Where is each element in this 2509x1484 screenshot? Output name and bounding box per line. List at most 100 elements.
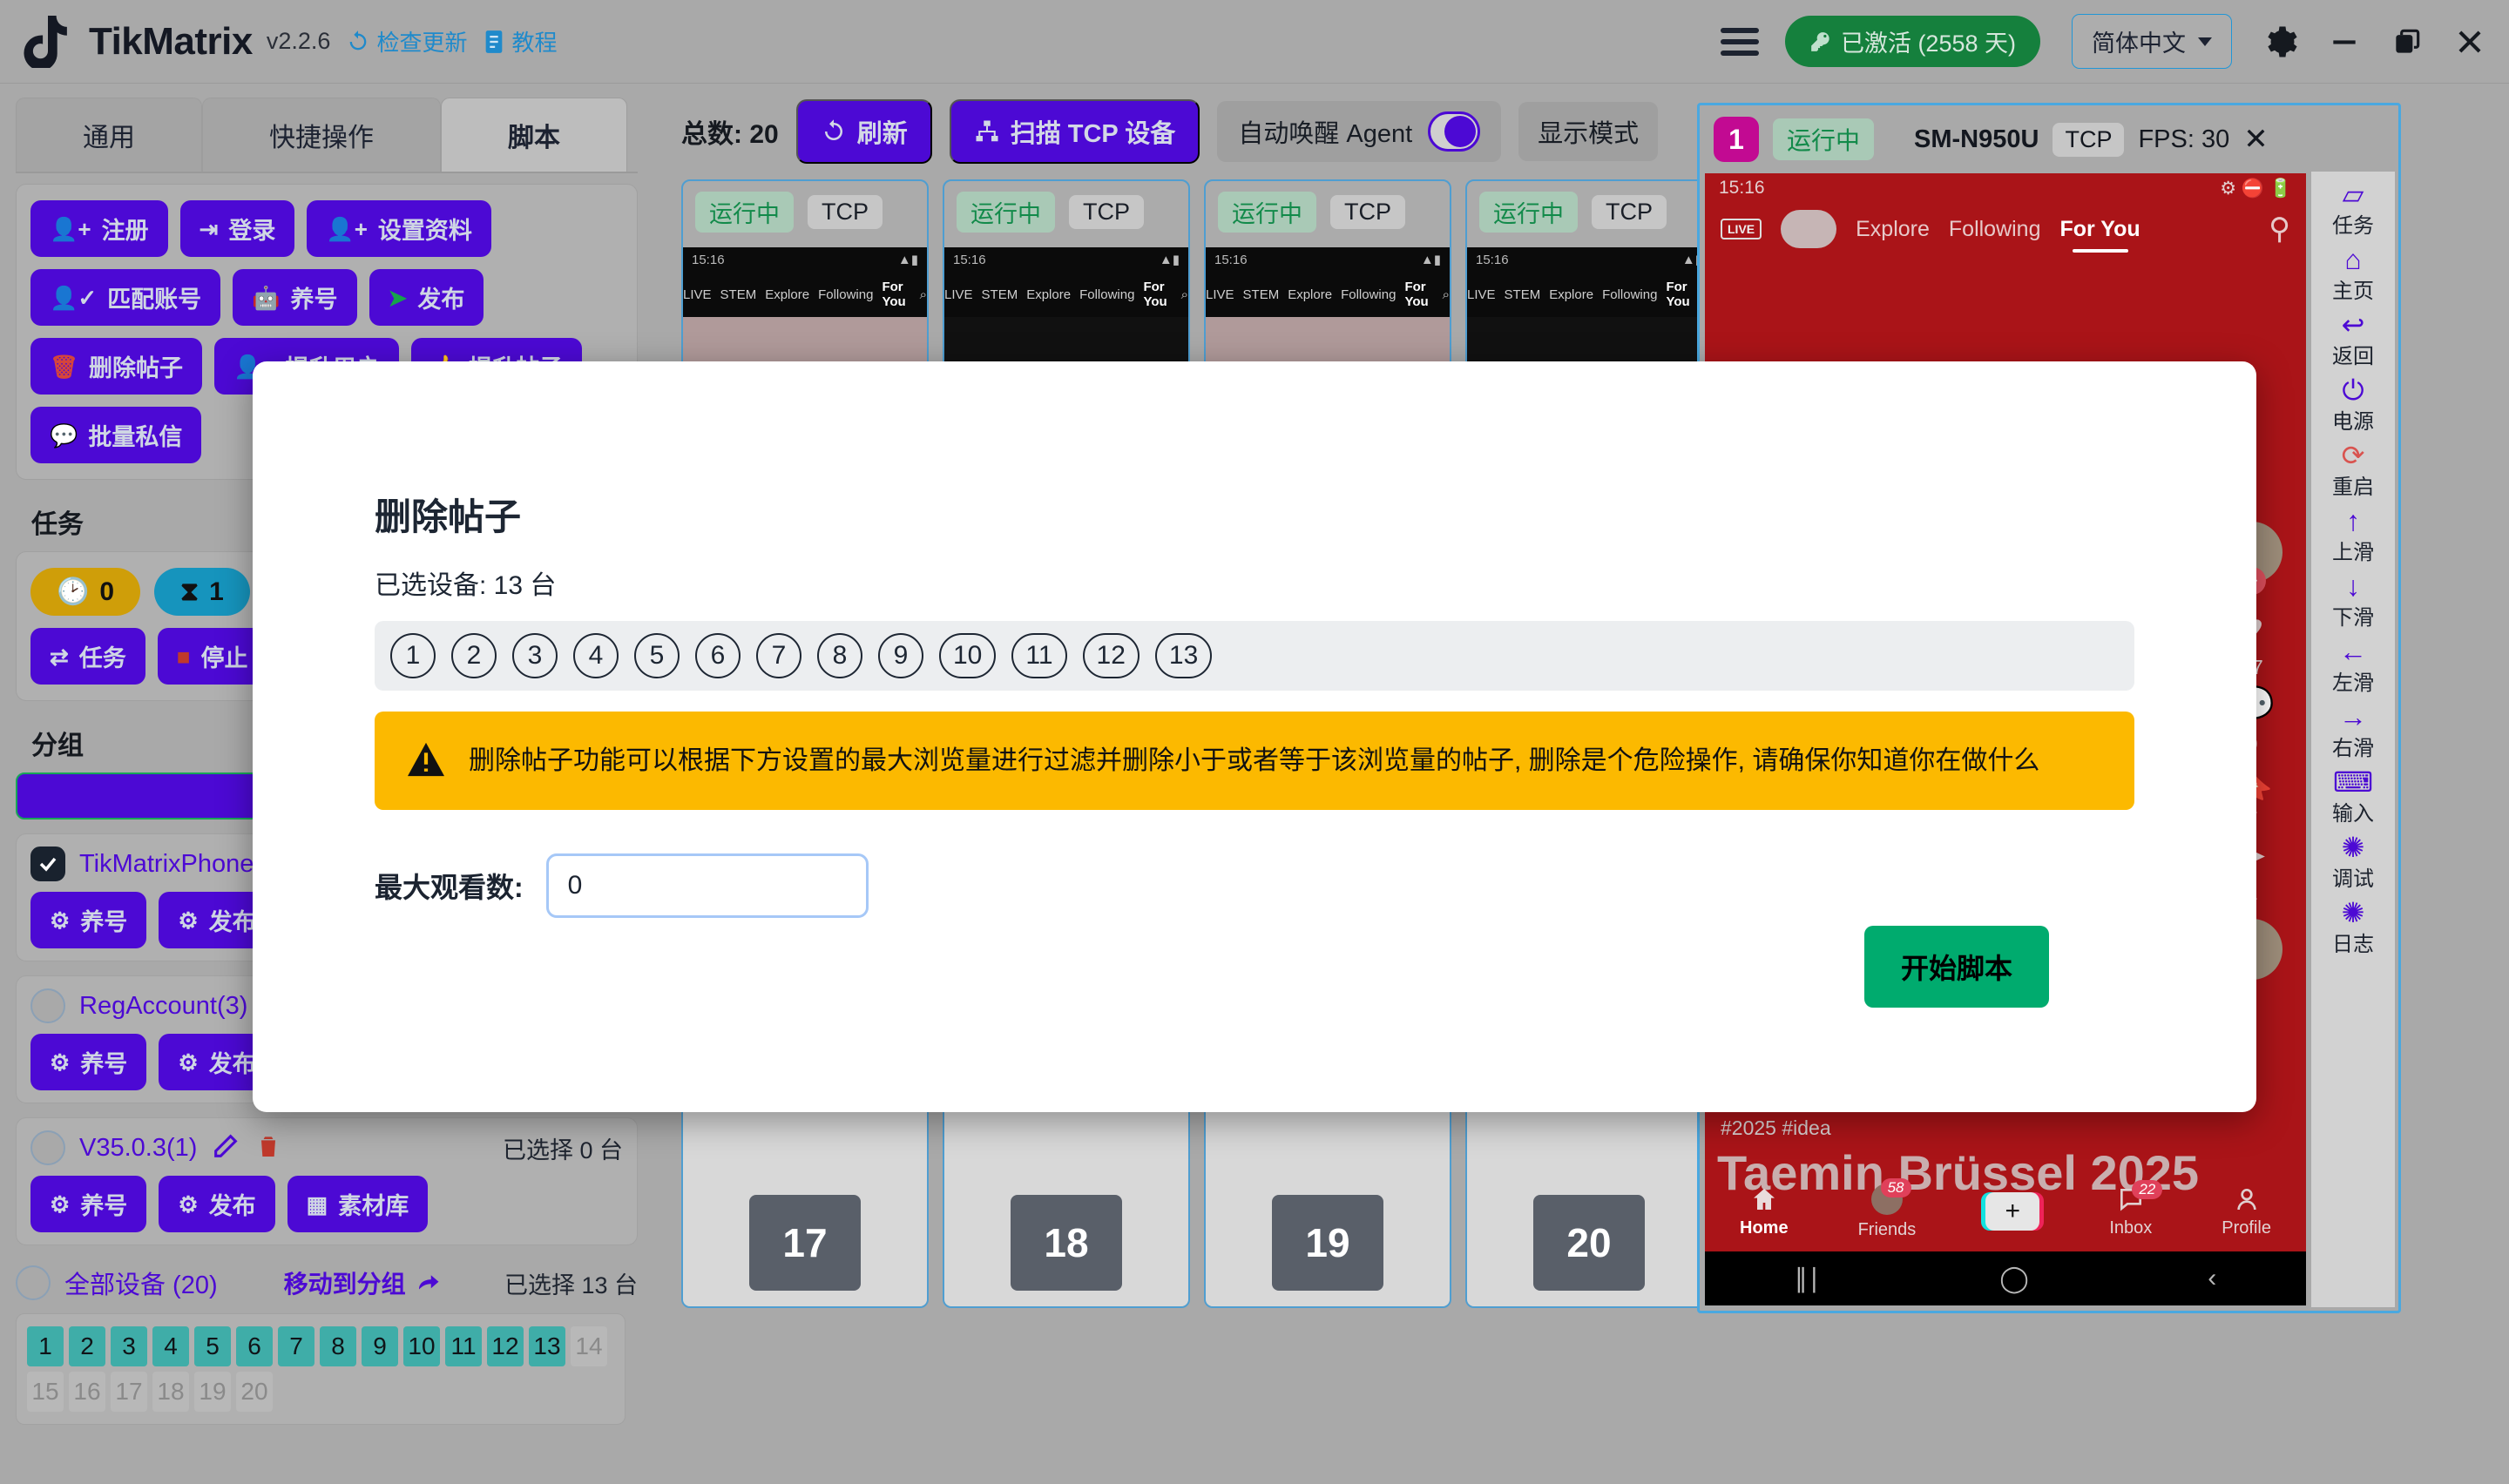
task-list-button[interactable]: ⇄任务	[30, 628, 145, 685]
device-number-1[interactable]: 1	[27, 1326, 64, 1366]
phone-tab-foryou[interactable]: For You	[2060, 217, 2140, 242]
group-checkbox-0[interactable]	[30, 847, 65, 881]
refresh-button[interactable]: 刷新	[796, 99, 932, 164]
settings-button[interactable]	[2262, 24, 2298, 60]
tab-general[interactable]: 通用	[16, 98, 202, 172]
task-pending-chip[interactable]: 🕑0	[30, 568, 140, 616]
task-running-chip[interactable]: ⧗1	[154, 568, 250, 616]
all-devices-checkbox[interactable]	[16, 1265, 51, 1300]
scan-tcp-button[interactable]: 扫描 TCP 设备	[950, 99, 1200, 164]
device-number-10[interactable]: 10	[403, 1326, 440, 1366]
group-nurture-button-2[interactable]: ⚙养号	[30, 1176, 146, 1232]
tutorial-link[interactable]: 教程	[483, 25, 557, 57]
modal-max-views-label: 最大观看数:	[375, 866, 524, 906]
device-number-6[interactable]: 6	[236, 1326, 273, 1366]
script-login-button[interactable]: ⇥登录	[180, 200, 295, 257]
script-set-profile-button[interactable]: 👤+设置资料	[307, 200, 491, 257]
device-number-5[interactable]: 5	[194, 1326, 231, 1366]
device-number-12[interactable]: 12	[487, 1326, 524, 1366]
start-script-button[interactable]: 开始脚本	[1864, 926, 2049, 1008]
phone-nav-home[interactable]: Home	[1740, 1185, 1789, 1238]
device-number-15[interactable]: 15	[27, 1372, 64, 1412]
mirror-tool-任务[interactable]: ▱任务	[2332, 177, 2374, 242]
device-number-13[interactable]: 13	[529, 1326, 565, 1366]
mirror-tool-日志[interactable]: ✺日志	[2332, 895, 2374, 961]
device-number-4[interactable]: 4	[152, 1326, 189, 1366]
mirror-close-icon[interactable]: ✕	[2243, 122, 2269, 157]
group-checkbox-1[interactable]	[30, 988, 65, 1023]
script-delete-post-button[interactable]: 🗑删除帖子	[30, 338, 202, 395]
refresh-label: 刷新	[857, 113, 908, 150]
phone-nav-create[interactable]: +	[1985, 1192, 2039, 1231]
device-number-9[interactable]: 9	[362, 1326, 398, 1366]
device-number-3[interactable]: 3	[111, 1326, 147, 1366]
mirror-header: 1 运行中 SM-N950U TCP FPS: 30 ✕	[1700, 105, 2398, 173]
device-number-14[interactable]: 14	[571, 1326, 607, 1366]
auto-wake-agent-label: 自动唤醒 Agent	[1238, 113, 1412, 150]
mirror-tool-电源[interactable]: ⏻电源	[2332, 373, 2374, 438]
group-publish-button-2[interactable]: ⚙发布	[159, 1176, 274, 1232]
group-nurture-button-0[interactable]: ⚙养号	[30, 892, 146, 948]
check-update-link[interactable]: 检查更新	[346, 25, 467, 57]
phone-nav-profile[interactable]: Profile	[2222, 1185, 2271, 1238]
device-number-2[interactable]: 2	[69, 1326, 105, 1366]
max-views-input[interactable]	[546, 853, 869, 918]
script-register-button[interactable]: 👤+注册	[30, 200, 168, 257]
modal-device-chip-13: 13	[1155, 633, 1212, 678]
hamburger-icon[interactable]	[1721, 28, 1759, 56]
auto-wake-agent-toggle[interactable]	[1428, 111, 1480, 152]
search-icon[interactable]: ⚲	[2269, 212, 2290, 246]
gear-icon: ⚙	[50, 1193, 70, 1216]
group-delete-icon-2[interactable]	[254, 1132, 282, 1164]
minimize-button[interactable]	[2328, 25, 2361, 58]
back-icon[interactable]: ‹	[2208, 1264, 2216, 1293]
mirror-tool-下滑[interactable]: ↓下滑	[2332, 569, 2374, 634]
license-status-badge[interactable]: 已激活 (2558 天)	[1785, 16, 2040, 67]
group-library-button-2[interactable]: ▦素材库	[287, 1176, 429, 1232]
phone-nav-friends[interactable]: 58 Friends	[1858, 1184, 1917, 1240]
device-number-8[interactable]: 8	[320, 1326, 356, 1366]
device-number-7[interactable]: 7	[278, 1326, 314, 1366]
preview-clock: 15:16	[953, 253, 986, 267]
mirror-tool-调试[interactable]: ✺调试	[2332, 830, 2374, 895]
mirror-tool-label: 左滑	[2332, 665, 2374, 696]
tab-quick-actions[interactable]: 快捷操作	[202, 98, 441, 172]
mirror-tool-上滑[interactable]: ↑上滑	[2332, 503, 2374, 569]
preview-tab-stem: STEM	[720, 287, 757, 302]
move-to-group-button[interactable]: 移动到分组	[284, 1265, 441, 1300]
mirror-tool-主页[interactable]: ⌂主页	[2332, 242, 2374, 307]
display-mode-label[interactable]: 显示模式	[1518, 102, 1658, 161]
phone-tab-following[interactable]: Following	[1949, 217, 2041, 242]
mirror-tool-左滑[interactable]: ←左滑	[2332, 634, 2374, 699]
mirror-tool-返回[interactable]: ↩返回	[2332, 307, 2374, 373]
device-number-20[interactable]: 20	[236, 1372, 273, 1412]
close-button[interactable]	[2453, 25, 2486, 58]
tab-scripts[interactable]: 脚本	[441, 98, 627, 172]
phone-nav-inbox[interactable]: 22 Inbox	[2109, 1185, 2152, 1238]
script-bulk-dm-button[interactable]: 💬批量私信	[30, 407, 201, 463]
live-icon[interactable]: LIVE	[1721, 219, 1762, 239]
script-nurture-button[interactable]: 🤖养号	[233, 269, 356, 326]
preview-tab-stem: STEM	[1243, 287, 1280, 302]
language-select[interactable]: 简体中文	[2072, 14, 2232, 69]
group-nurture-button-1[interactable]: ⚙养号	[30, 1034, 146, 1090]
device-number-18[interactable]: 18	[152, 1372, 189, 1412]
task-stop-button[interactable]: ■停止	[158, 628, 267, 685]
group-checkbox-2[interactable]	[30, 1130, 65, 1165]
group-edit-icon-2[interactable]	[211, 1131, 240, 1165]
device-number-19[interactable]: 19	[194, 1372, 231, 1412]
mirror-tool-重启[interactable]: ⟳重启	[2332, 438, 2374, 503]
mirror-tool-输入[interactable]: ⌨输入	[2332, 765, 2374, 830]
script-publish-button[interactable]: ➤发布	[369, 269, 484, 326]
recents-icon[interactable]: ∥∣	[1795, 1264, 1821, 1294]
story-avatar[interactable]	[1781, 210, 1836, 248]
group-name-2: V35.0.3(1)	[79, 1134, 197, 1163]
script-match-account-button[interactable]: 👤✓匹配账号	[30, 269, 220, 326]
device-number-16[interactable]: 16	[69, 1372, 105, 1412]
device-number-17[interactable]: 17	[111, 1372, 147, 1412]
home-circle-icon[interactable]: ◯	[1999, 1264, 2029, 1294]
device-number-11[interactable]: 11	[445, 1326, 482, 1366]
phone-tab-explore[interactable]: Explore	[1856, 217, 1930, 242]
mirror-tool-右滑[interactable]: →右滑	[2332, 699, 2374, 765]
maximize-button[interactable]	[2391, 25, 2424, 58]
